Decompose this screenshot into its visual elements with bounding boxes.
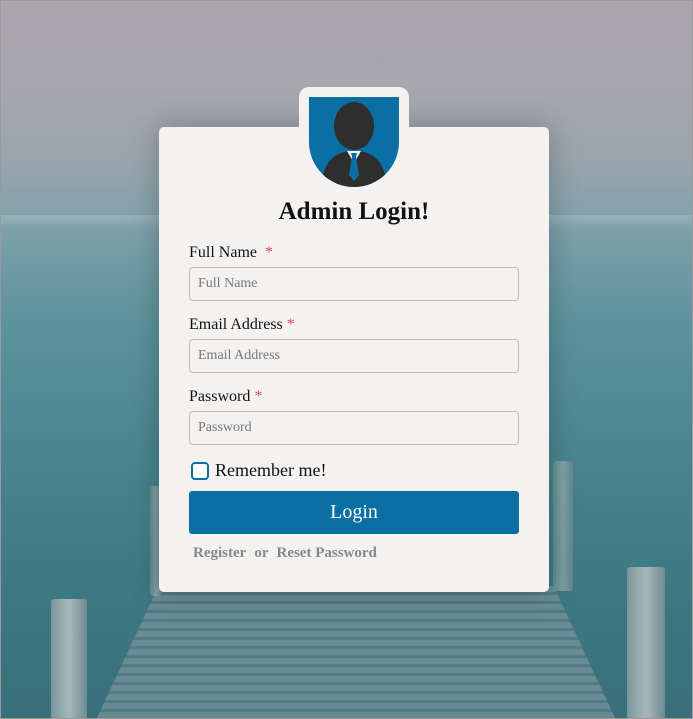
or-text: or: [254, 545, 269, 561]
remember-me-row: Remember me!: [191, 460, 326, 481]
pier-post: [553, 461, 573, 591]
required-mark: *: [254, 388, 263, 405]
full-name-label: Full Name *: [189, 244, 273, 262]
password-input[interactable]: [189, 411, 519, 445]
pier-post: [51, 599, 87, 718]
register-link[interactable]: Register: [193, 545, 246, 561]
email-label-text: Email Address: [189, 316, 283, 333]
user-silhouette-icon: [321, 102, 387, 187]
remember-me-checkbox[interactable]: [191, 461, 209, 480]
remember-me-label[interactable]: Remember me!: [215, 460, 326, 481]
login-button[interactable]: Login: [189, 491, 519, 534]
page-title: Admin Login!: [278, 198, 430, 225]
password-label: Password *: [189, 388, 262, 406]
required-mark: *: [265, 244, 273, 261]
required-mark: *: [286, 316, 295, 333]
password-label-text: Password: [189, 388, 251, 405]
avatar-badge: [309, 97, 399, 187]
full-name-input[interactable]: [189, 267, 519, 301]
pier-post: [627, 567, 665, 718]
email-label: Email Address *: [189, 316, 295, 334]
reset-password-link[interactable]: Reset Password: [276, 545, 376, 561]
email-input[interactable]: [189, 339, 519, 373]
pier: [96, 586, 616, 718]
full-name-label-text: Full Name: [189, 244, 257, 261]
account-links: Register or Reset Password: [193, 545, 377, 562]
